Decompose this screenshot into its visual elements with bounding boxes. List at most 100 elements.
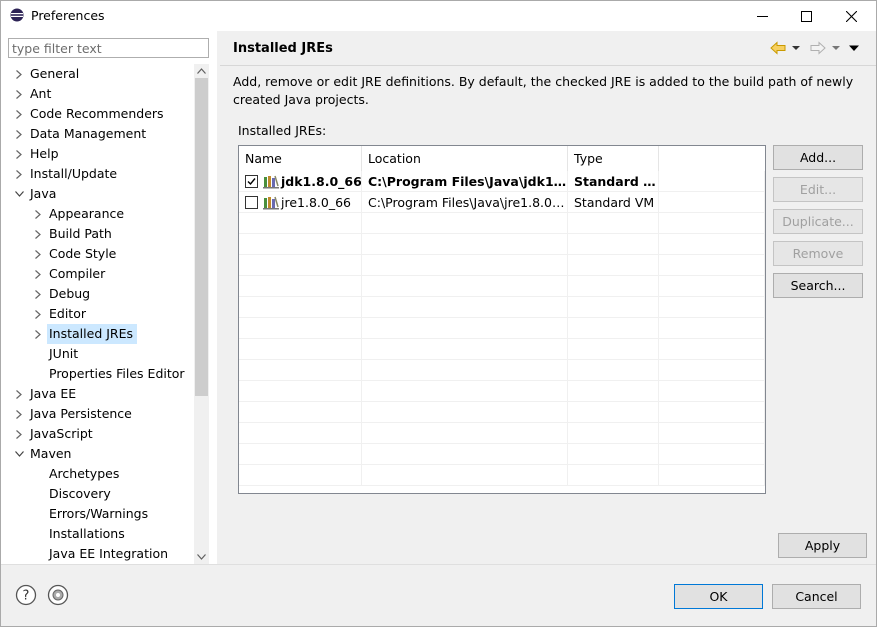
table-cell: [568, 381, 659, 402]
search-button[interactable]: Search...: [773, 273, 863, 298]
title-bar: Preferences: [1, 1, 876, 31]
chevron-right-icon[interactable]: [13, 164, 25, 184]
table-cell: [568, 234, 659, 255]
remove-button[interactable]: Remove: [773, 241, 863, 266]
table-cell: [568, 255, 659, 276]
duplicate-button[interactable]: Duplicate...: [773, 209, 863, 234]
maximize-icon: [800, 10, 812, 22]
table-cell: [362, 339, 568, 360]
table-cell: [362, 402, 568, 423]
chevron-right-icon[interactable]: [32, 264, 44, 284]
tree-item-label: Build Path: [49, 226, 112, 241]
table-cell: [568, 402, 659, 423]
chevron-down-icon[interactable]: [13, 444, 25, 464]
chevron-right-icon[interactable]: [13, 384, 25, 404]
jre-checkbox[interactable]: [245, 175, 258, 188]
jre-checkbox[interactable]: [245, 196, 258, 209]
chevron-right-icon[interactable]: [13, 124, 25, 144]
empty-row: [239, 444, 765, 465]
table-cell: [239, 360, 362, 381]
chevron-right-icon[interactable]: [32, 224, 44, 244]
table-cell: [659, 465, 765, 486]
edit-button[interactable]: Edit...: [773, 177, 863, 202]
chevron-right-icon[interactable]: [13, 424, 25, 444]
jre-name-cell: jre1.8.0_66: [239, 192, 362, 213]
table-row[interactable]: jre1.8.0_66 C:\Program Files\Java\jre1.8.…: [239, 192, 765, 213]
tree-item-label: Archetypes: [49, 466, 120, 481]
forward-button[interactable]: [810, 40, 842, 56]
chevron-right-icon[interactable]: [13, 404, 25, 424]
help-icon[interactable]: ?: [15, 584, 37, 606]
chevron-right-icon[interactable]: [13, 64, 25, 84]
table-cell: [239, 402, 362, 423]
empty-row: [239, 402, 765, 423]
tree-item-label: Java: [30, 186, 57, 201]
jre-type: Standard VM: [568, 192, 659, 213]
empty-row: [239, 360, 765, 381]
column-header-type[interactable]: Type: [568, 146, 659, 171]
table-cell: [239, 465, 362, 486]
chevron-right-icon[interactable]: [13, 144, 25, 164]
table-cell: [659, 213, 765, 234]
tree-scrollbar[interactable]: [194, 64, 209, 564]
add-button[interactable]: Add...: [773, 145, 863, 170]
chevron-right-icon[interactable]: [32, 284, 44, 304]
chevron-right-icon[interactable]: [13, 104, 25, 124]
table-cell: [362, 318, 568, 339]
tree-item-label: Help: [30, 146, 59, 161]
back-button[interactable]: [770, 40, 802, 56]
minimize-icon: [756, 15, 768, 17]
table-row[interactable]: jdk1.8.0_66...C:\Program Files\Java\jdk1…: [239, 171, 765, 192]
tree-item-label: Maven: [30, 446, 72, 461]
column-header-location[interactable]: Location: [362, 146, 568, 171]
table-cell: [362, 444, 568, 465]
tree-item-label: Discovery: [49, 486, 111, 501]
dialog-button-bar: ? OK Cancel: [1, 564, 876, 626]
import-export-icon[interactable]: [47, 584, 69, 606]
chevron-right-icon[interactable]: [32, 244, 44, 264]
tree-item-label: General: [30, 66, 80, 81]
filter-input[interactable]: [8, 38, 209, 58]
apply-button[interactable]: Apply: [778, 533, 867, 558]
back-dropdown-icon[interactable]: [790, 43, 802, 53]
chevron-right-icon[interactable]: [32, 304, 44, 324]
scroll-down-icon[interactable]: [194, 550, 209, 564]
page-description: Add, remove or edit JRE definitions. By …: [233, 74, 854, 107]
tree-item-label: Code Style: [49, 246, 117, 261]
close-button[interactable]: [829, 1, 873, 31]
tree-item-label: JUnit: [49, 346, 79, 361]
view-menu-button[interactable]: [848, 40, 860, 56]
table-cell: [659, 276, 765, 297]
chevron-right-icon[interactable]: [32, 324, 44, 344]
table-cell: [362, 213, 568, 234]
column-header-name[interactable]: Name: [239, 146, 362, 171]
maximize-button[interactable]: [784, 1, 828, 31]
jre-library-icon: [263, 174, 279, 189]
table-cell: [239, 423, 362, 444]
tree-item-label: JavaScript: [30, 426, 93, 441]
window-title: Preferences: [31, 8, 105, 23]
tree-item-label: Data Management: [30, 126, 147, 141]
scroll-up-icon[interactable]: [194, 64, 209, 78]
table-cell: [239, 213, 362, 234]
chevron-right-icon[interactable]: [13, 84, 25, 104]
chevron-down-icon[interactable]: [13, 184, 25, 204]
tree-item-label: Ant: [30, 86, 52, 101]
scrollbar-thumb[interactable]: [195, 78, 208, 396]
jre-location: C:\Program Files\Java\jre1.8.0_66: [362, 192, 568, 213]
svg-text:?: ?: [23, 589, 30, 604]
jre-name: jre1.8.0_66: [281, 195, 351, 210]
forward-dropdown-icon[interactable]: [830, 43, 842, 53]
table-cell: [659, 171, 765, 192]
minimize-button[interactable]: [740, 1, 784, 31]
table-cell: [239, 381, 362, 402]
tree-item-label: Properties Files Editor: [49, 366, 185, 381]
table-cell: [659, 255, 765, 276]
table-cell: [568, 444, 659, 465]
ok-button[interactable]: OK: [674, 584, 763, 609]
chevron-right-icon[interactable]: [32, 204, 44, 224]
table-cell: [659, 318, 765, 339]
table-cell: [239, 255, 362, 276]
cancel-button[interactable]: Cancel: [772, 584, 861, 609]
table-cell: [659, 423, 765, 444]
